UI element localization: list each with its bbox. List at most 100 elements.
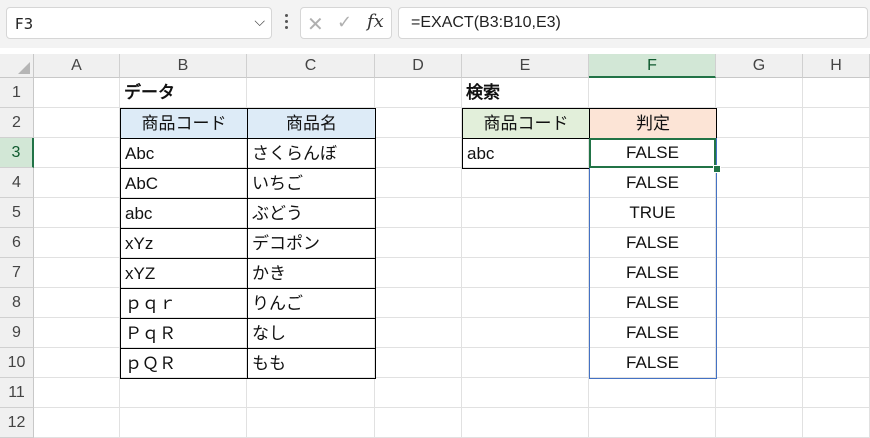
cell[interactable] <box>34 228 120 258</box>
cell[interactable] <box>34 318 120 348</box>
column-header-h[interactable]: H <box>803 54 870 78</box>
cell[interactable] <box>803 168 870 198</box>
column-header-b[interactable]: B <box>120 54 247 78</box>
cell[interactable] <box>803 258 870 288</box>
cell[interactable] <box>803 348 870 378</box>
cell[interactable] <box>716 318 803 348</box>
table-cell-name[interactable]: ぶどう <box>247 198 376 229</box>
more-options-icon[interactable] <box>281 12 291 34</box>
table-cell-code[interactable]: Abc <box>120 138 248 169</box>
cell[interactable] <box>803 108 870 138</box>
result-cell[interactable]: FALSE <box>589 288 716 318</box>
cell[interactable] <box>462 378 589 408</box>
cell[interactable] <box>462 228 589 258</box>
cell[interactable] <box>375 348 462 378</box>
enter-icon[interactable]: ✓ <box>337 12 352 33</box>
column-header-d[interactable]: D <box>375 54 462 78</box>
column-header-e[interactable]: E <box>462 54 589 78</box>
row-header-9[interactable]: 9 <box>0 318 34 348</box>
row-header-11[interactable]: 11 <box>0 378 34 408</box>
cell[interactable] <box>462 348 589 378</box>
cell[interactable] <box>375 108 462 138</box>
cell[interactable] <box>716 168 803 198</box>
row-header-10[interactable]: 10 <box>0 348 34 378</box>
cell[interactable] <box>34 348 120 378</box>
table-cell-code[interactable]: ＰｑＲ <box>120 318 248 349</box>
cell[interactable] <box>589 378 716 408</box>
cell[interactable] <box>375 198 462 228</box>
table-cell-name[interactable]: もも <box>247 348 376 379</box>
table-cell-code[interactable]: ｐｑｒ <box>120 288 248 319</box>
table-cell-code[interactable]: xYZ <box>120 258 248 289</box>
cell[interactable] <box>247 408 375 438</box>
column-header-a[interactable]: A <box>34 54 120 78</box>
row-header-12[interactable]: 12 <box>0 408 34 438</box>
cell[interactable] <box>462 198 589 228</box>
table-cell-name[interactable]: かき <box>247 258 376 289</box>
table-cell-code[interactable]: abc <box>120 198 248 229</box>
cell[interactable] <box>462 288 589 318</box>
formula-input[interactable]: =EXACT(B3:B10,E3) <box>398 7 868 39</box>
result-cell[interactable]: FALSE <box>589 228 716 258</box>
cell[interactable] <box>589 78 716 108</box>
cell[interactable] <box>34 378 120 408</box>
cell[interactable] <box>375 78 462 108</box>
cell[interactable] <box>716 258 803 288</box>
row-header-4[interactable]: 4 <box>0 168 34 198</box>
row-header-3[interactable]: 3 <box>0 138 34 168</box>
result-cell[interactable]: FALSE <box>589 168 716 198</box>
cell[interactable] <box>803 288 870 318</box>
active-cell-result[interactable]: FALSE <box>589 138 716 168</box>
cell[interactable] <box>120 408 247 438</box>
cell[interactable] <box>34 168 120 198</box>
cell[interactable] <box>716 108 803 138</box>
cell[interactable] <box>375 138 462 168</box>
cell[interactable] <box>34 108 120 138</box>
cell[interactable] <box>462 258 589 288</box>
cell[interactable] <box>247 78 375 108</box>
cancel-icon[interactable]: ✕ <box>307 12 324 36</box>
column-header-c[interactable]: C <box>247 54 375 78</box>
fill-handle[interactable] <box>713 165 721 173</box>
row-header-7[interactable]: 7 <box>0 258 34 288</box>
cell[interactable] <box>589 408 716 438</box>
cell[interactable] <box>716 288 803 318</box>
cell[interactable] <box>375 288 462 318</box>
cell[interactable] <box>462 318 589 348</box>
cell[interactable] <box>34 408 120 438</box>
row-header-1[interactable]: 1 <box>0 78 34 108</box>
cell[interactable] <box>803 198 870 228</box>
cell[interactable] <box>716 348 803 378</box>
cell[interactable] <box>375 258 462 288</box>
table-cell-name[interactable]: デコポン <box>247 228 376 259</box>
cell[interactable] <box>462 168 589 198</box>
cell[interactable] <box>716 408 803 438</box>
row-header-8[interactable]: 8 <box>0 288 34 318</box>
cell[interactable] <box>716 228 803 258</box>
select-all-button[interactable] <box>0 54 34 78</box>
column-header-g[interactable]: G <box>716 54 803 78</box>
row-header-6[interactable]: 6 <box>0 228 34 258</box>
result-cell[interactable]: TRUE <box>589 198 716 228</box>
cell[interactable] <box>716 78 803 108</box>
search-value-cell[interactable]: abc <box>462 138 590 169</box>
row-header-2[interactable]: 2 <box>0 108 34 138</box>
cell[interactable] <box>375 408 462 438</box>
table-cell-code[interactable]: xYz <box>120 228 248 259</box>
cell[interactable] <box>803 78 870 108</box>
cell[interactable] <box>803 318 870 348</box>
result-cell[interactable]: FALSE <box>589 318 716 348</box>
cell[interactable] <box>375 318 462 348</box>
cell[interactable] <box>375 378 462 408</box>
cell[interactable] <box>34 198 120 228</box>
chevron-down-icon[interactable]: ⌵ <box>254 14 265 30</box>
table-cell-name[interactable]: りんご <box>247 288 376 319</box>
cell[interactable] <box>34 138 120 168</box>
insert-function-icon[interactable]: fx <box>367 11 384 32</box>
row-header-5[interactable]: 5 <box>0 198 34 228</box>
name-box[interactable]: F3 ⌵ <box>6 7 272 39</box>
cell[interactable] <box>34 288 120 318</box>
cell[interactable] <box>34 258 120 288</box>
cell[interactable] <box>716 198 803 228</box>
result-cell[interactable]: FALSE <box>589 258 716 288</box>
